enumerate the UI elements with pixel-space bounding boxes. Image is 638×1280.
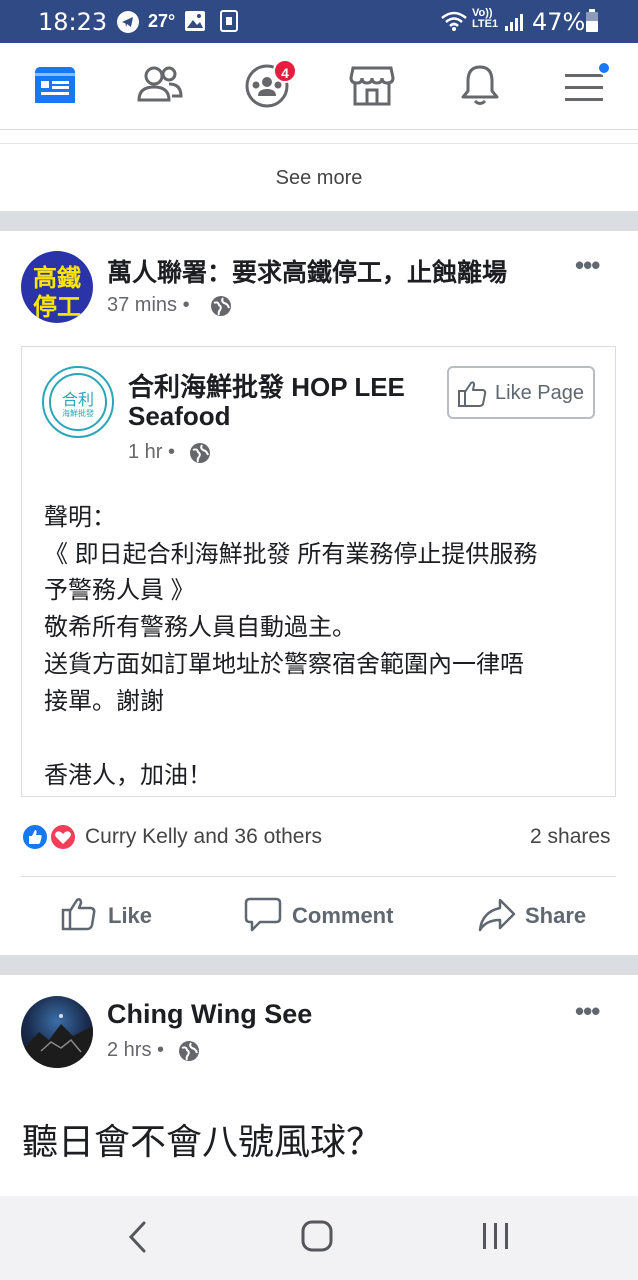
post1-time[interactable]: 37 mins • <box>107 294 190 317</box>
post2-avatar[interactable] <box>21 996 93 1068</box>
post1-body-line: 接單。謝謝 <box>44 688 164 715</box>
mountain-photo <box>21 1014 93 1068</box>
news-feed-icon[interactable] <box>34 66 76 104</box>
thumbs-up-icon <box>458 380 488 408</box>
home-icon[interactable] <box>300 1219 334 1253</box>
like-page-label: Like Page <box>495 382 584 404</box>
globe-icon <box>210 295 232 317</box>
comment-button[interactable]: Comment <box>292 903 393 929</box>
shared-page-name-line1[interactable]: 合利海鮮批發 HOP LEE <box>128 367 405 404</box>
post1-author[interactable]: 萬人聯署：要求高鐵停工，止蝕離場 <box>107 253 507 289</box>
actions-divider <box>21 876 616 877</box>
comment-icon[interactable] <box>244 896 282 934</box>
like-page-button[interactable]: Like Page <box>447 366 595 419</box>
reactions-summary[interactable]: Curry Kelly and 36 others <box>85 825 322 849</box>
menu-notification-dot <box>597 61 611 75</box>
post2-more-options[interactable]: ••• <box>575 996 600 1027</box>
battery-percent: 47% <box>532 8 586 36</box>
post2-author[interactable]: Ching Wing See <box>107 999 312 1030</box>
like-button[interactable]: Like <box>108 903 152 929</box>
gallery-icon <box>184 10 206 32</box>
post1-avatar[interactable]: 高鐵 停工 <box>21 251 93 323</box>
status-temperature: 27° <box>148 11 176 31</box>
network-label: Vo)) LTE1 <box>472 7 499 30</box>
post1-body-line: 敬希所有警務人員自動過主。 <box>44 614 356 641</box>
globe-icon <box>189 442 211 464</box>
signal-icon <box>504 12 524 32</box>
menu-icon[interactable] <box>565 70 605 102</box>
top-nav-bar <box>0 43 638 130</box>
post1-body-line: 予警務人員 》 <box>44 577 195 604</box>
post2-body: 聽日會不會八號風球？ <box>22 1121 383 1162</box>
back-icon[interactable] <box>126 1220 150 1254</box>
logo-subtext: 海鮮批發 <box>62 409 94 418</box>
post1-more-options[interactable]: ••• <box>575 250 600 281</box>
post2-time[interactable]: 2 hrs • <box>107 1039 164 1062</box>
sim-icon <box>220 10 238 32</box>
status-bar: 18:23 27° Vo)) LTE1 47% <box>0 0 638 43</box>
like-icon[interactable] <box>61 896 97 932</box>
post1-body-line: 香港人，加油！ <box>44 762 212 789</box>
shared-post-time[interactable]: 1 hr • <box>128 441 175 464</box>
see-more-button[interactable]: See more <box>0 143 638 212</box>
hop-lee-logo[interactable]: 合利 海鮮批發 <box>42 366 114 438</box>
post1-body-line: 《 即日起合利海鮮批發 所有業務停止提供服務 <box>44 541 538 568</box>
share-icon[interactable] <box>478 896 516 934</box>
post1-body-line: 送貨方面如訂單地址於警察宿舍範圍內一律唔 <box>44 651 524 678</box>
telegram-icon <box>116 10 140 34</box>
post1-body-line: 聲明： <box>44 504 116 531</box>
logo-text: 合利 <box>61 390 94 409</box>
like-reaction-icon[interactable] <box>21 823 49 851</box>
share-button[interactable]: Share <box>525 903 586 929</box>
avatar-text-line2: 停工 <box>33 292 81 321</box>
shared-page-name-line2[interactable]: Seafood <box>128 401 231 432</box>
wifi-calling-icon <box>440 10 468 32</box>
status-time: 18:23 <box>38 8 108 36</box>
groups-notification-badge: 4 <box>273 59 297 83</box>
globe-icon <box>178 1040 200 1062</box>
feed-separator <box>0 955 638 975</box>
feed-separator <box>0 211 638 231</box>
recent-apps-icon[interactable] <box>480 1221 512 1251</box>
shares-count[interactable]: 2 shares <box>530 825 611 849</box>
notifications-icon[interactable] <box>460 63 500 107</box>
love-reaction-icon[interactable] <box>49 823 77 851</box>
marketplace-icon[interactable] <box>349 64 395 106</box>
battery-icon <box>585 9 599 33</box>
friends-icon[interactable] <box>136 64 184 104</box>
